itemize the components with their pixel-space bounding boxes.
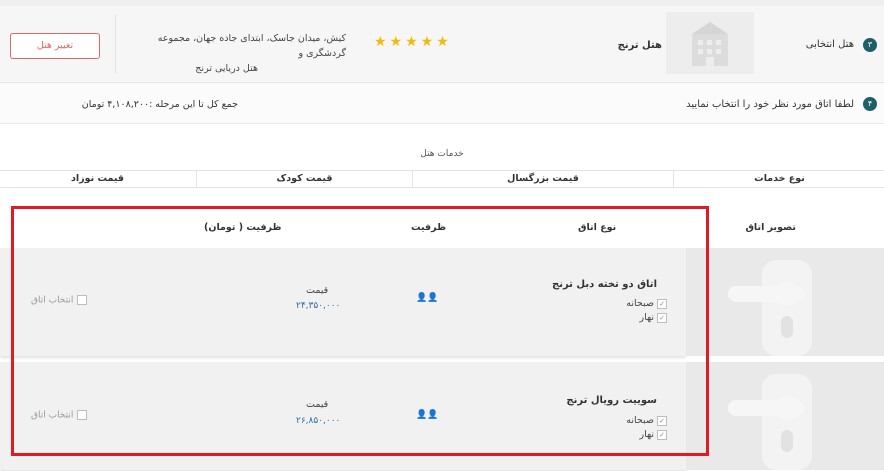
step-4-badge: ۴ — [863, 97, 877, 111]
building-icon — [692, 22, 728, 66]
hotel-address-line-2: هتل دریایی ترنج — [195, 63, 258, 74]
header-room-image: تصویر اتاق — [745, 222, 796, 233]
running-total: جمع کل تا این مرحله :۴,۱۰۸,۲۰۰ تومان — [81, 99, 238, 110]
services-header-adult-price: قیمت بزرگسال — [412, 170, 674, 188]
hotel-name: هتل ترنج — [617, 40, 662, 51]
hotel-image — [666, 12, 754, 74]
hotel-services-title: خدمات هتل — [0, 146, 884, 171]
hotel-star-rating: ★★★★★ — [374, 34, 452, 50]
room-image-1 — [686, 248, 884, 356]
step-3-badge: ۳ — [863, 38, 877, 52]
services-header-infant-price: قیمت نوزاد — [0, 170, 197, 188]
highlight-frame — [11, 206, 709, 456]
hotel-address-line-1: کیش، میدان جاسک، ابتدای جاده جهان، مجموع… — [157, 33, 346, 59]
hotel-address: کیش، میدان جاسک، ابتدای جاده جهان، مجموع… — [118, 31, 346, 76]
divider — [115, 14, 116, 74]
services-header-child-price: قیمت کودک — [196, 170, 413, 188]
selected-hotel-label: هتل انتخابی — [805, 39, 854, 50]
room-selection-instruction: لطفا اتاق مورد نظر خود را انتخاب نمایید — [686, 99, 854, 110]
change-hotel-button[interactable]: تغییر هتل — [10, 33, 100, 59]
services-header-type: نوع خدمات — [673, 170, 884, 188]
door-handle-icon — [728, 260, 812, 356]
room-image-2 — [686, 362, 884, 470]
door-handle-icon — [728, 374, 812, 470]
